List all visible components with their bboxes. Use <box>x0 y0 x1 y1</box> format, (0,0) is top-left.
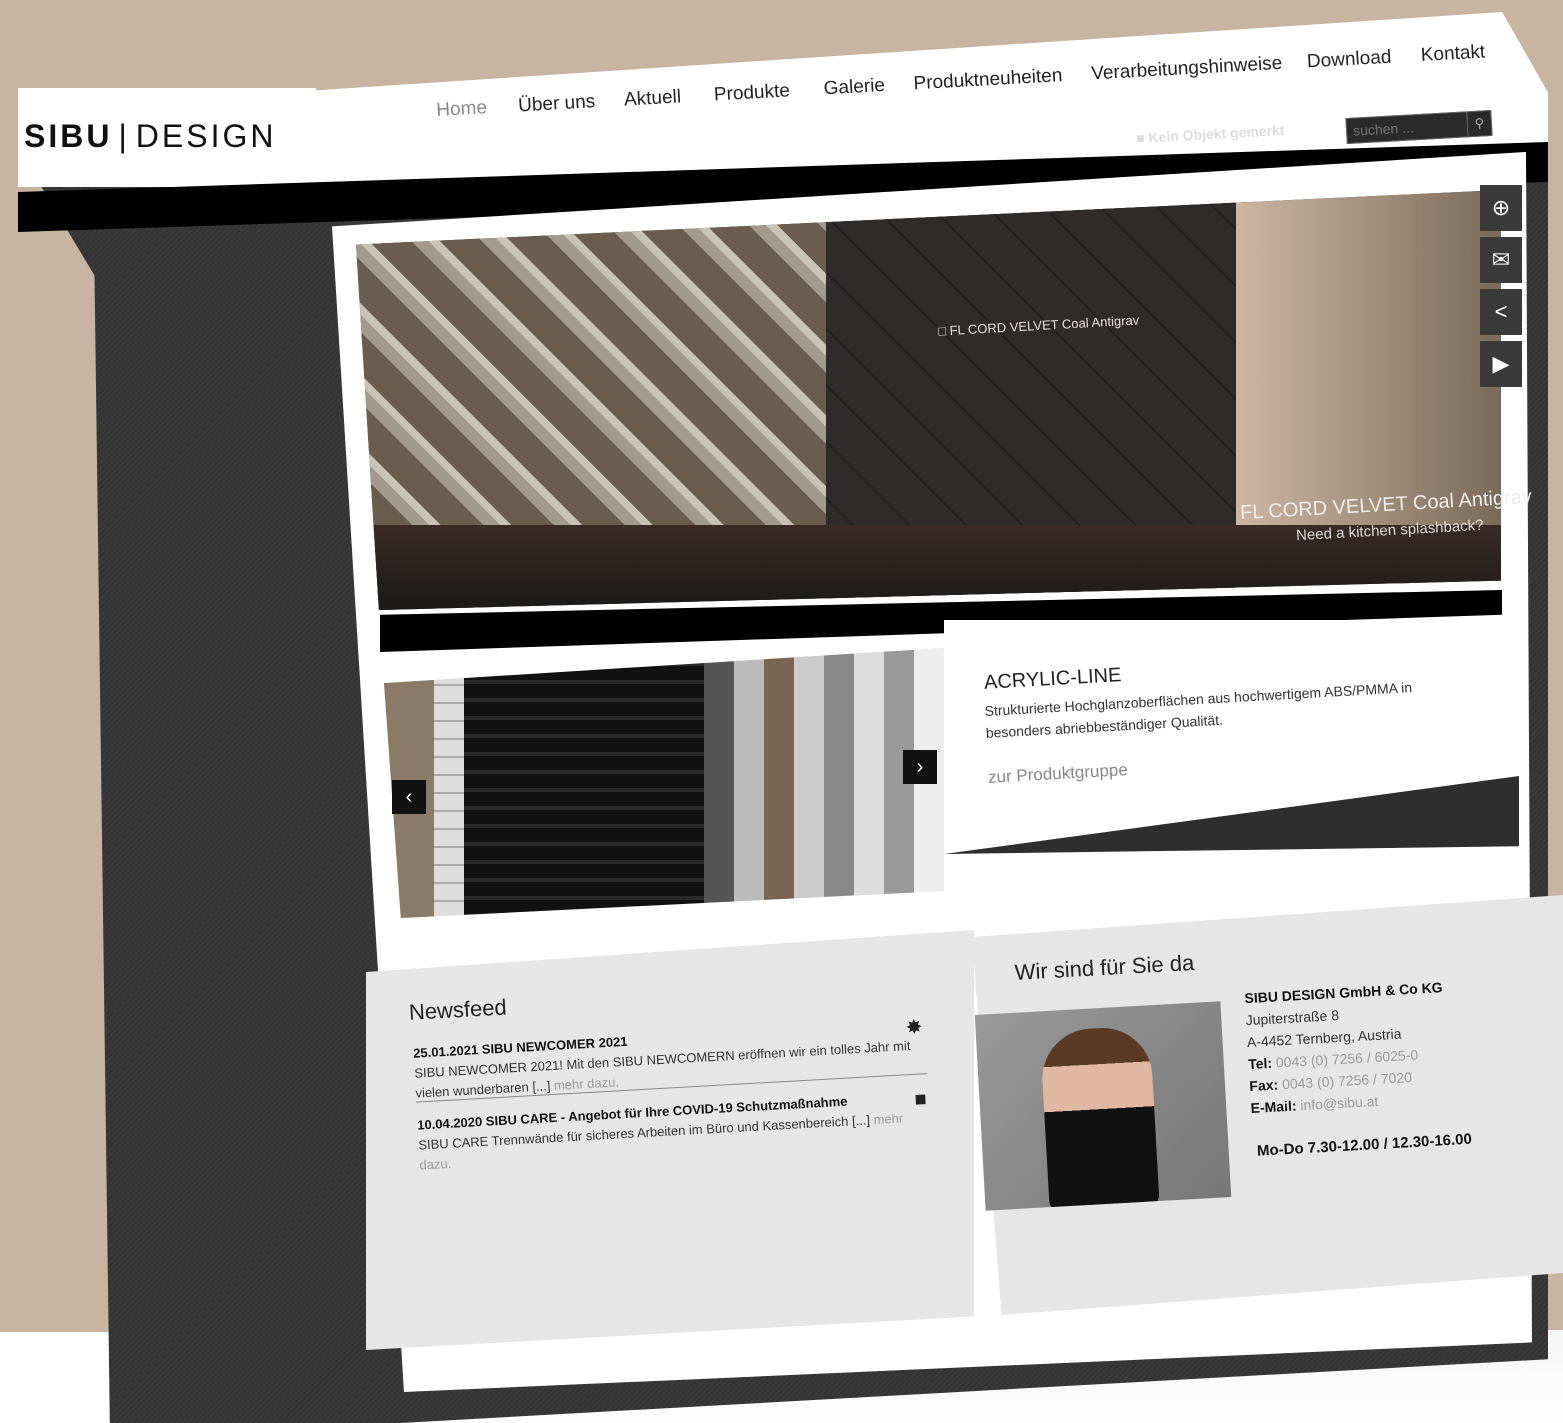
news-item[interactable]: 10.04.2020 SIBU CARE - Angebot für Ihre … <box>417 1087 930 1175</box>
contact-fax-label: Fax: <box>1248 1076 1279 1095</box>
share-icon[interactable]: < <box>1480 289 1522 335</box>
newsfeed-title: Newsfeed <box>408 994 508 1025</box>
folder-icon: ■ <box>1135 129 1146 147</box>
search-input[interactable] <box>1346 112 1466 144</box>
hero-image[interactable] <box>356 190 1501 610</box>
slider-prev-button[interactable]: ‹ <box>392 780 426 814</box>
chat-icon: ■ <box>913 1088 928 1111</box>
contact-email-value[interactable]: info@sibu.at <box>1300 1093 1379 1113</box>
contact-email-label: E-Mail: <box>1250 1097 1297 1117</box>
nav-item-ueber-uns[interactable]: Über uns <box>518 91 596 117</box>
contact-fax-value: 0043 (0) 7256 / 7020 <box>1281 1068 1413 1093</box>
slider-swatch <box>464 648 704 918</box>
search-icon[interactable]: ⚲ <box>1466 110 1492 137</box>
news-item[interactable]: 25.01.2021 SIBU NEWCOMER 2021 SIBU NEWCO… <box>413 1015 926 1103</box>
nav-item-download[interactable]: Download <box>1306 47 1392 74</box>
newsfeed: Newsfeed 25.01.2021 SIBU NEWCOMER 2021 S… <box>406 930 952 1259</box>
square-icon: □ <box>937 323 947 339</box>
nav-item-aktuell[interactable]: Aktuell <box>623 86 681 111</box>
nav-item-produktneuheiten[interactable]: Produktneuheiten <box>913 65 1063 95</box>
mail-icon[interactable]: ✉ <box>1480 237 1522 283</box>
logo-separator: | <box>118 118 130 154</box>
logo-part2: DESIGN <box>135 118 277 154</box>
sparkle-icon: ✸ <box>905 1016 924 1040</box>
slider-swatch <box>434 648 464 918</box>
contact-info: Wir sind für Sie da SIBU DESIGN GmbH & C… <box>1014 931 1549 1240</box>
contact-address: SIBU DESIGN GmbH & Co KG Jupiterstraße 8… <box>1244 971 1541 1119</box>
product-slider[interactable] <box>384 648 944 918</box>
nav-item-kontakt[interactable]: Kontakt <box>1420 41 1486 67</box>
nav-item-produkte[interactable]: Produkte <box>713 80 790 106</box>
nav-item-verarbeitungshinweise[interactable]: Verarbeitungshinweise <box>1091 53 1283 86</box>
site-logo[interactable]: SIBU | DESIGN <box>24 118 276 155</box>
nav-item-galerie[interactable]: Galerie <box>823 75 885 100</box>
side-tabs: ⊕ ✉ < ▶ <box>1480 175 1522 387</box>
nav-item-home[interactable]: Home <box>436 97 488 122</box>
contact-hours: Mo-Do 7.30-12.00 / 12.30-16.00 <box>1256 1130 1473 1160</box>
logo-part1: SIBU <box>24 118 113 154</box>
contact-tel-label: Tel: <box>1247 1054 1273 1073</box>
play-icon[interactable]: ▶ <box>1480 341 1522 387</box>
slider-next-button[interactable]: › <box>903 750 937 784</box>
plus-icon[interactable]: ⊕ <box>1480 185 1522 231</box>
